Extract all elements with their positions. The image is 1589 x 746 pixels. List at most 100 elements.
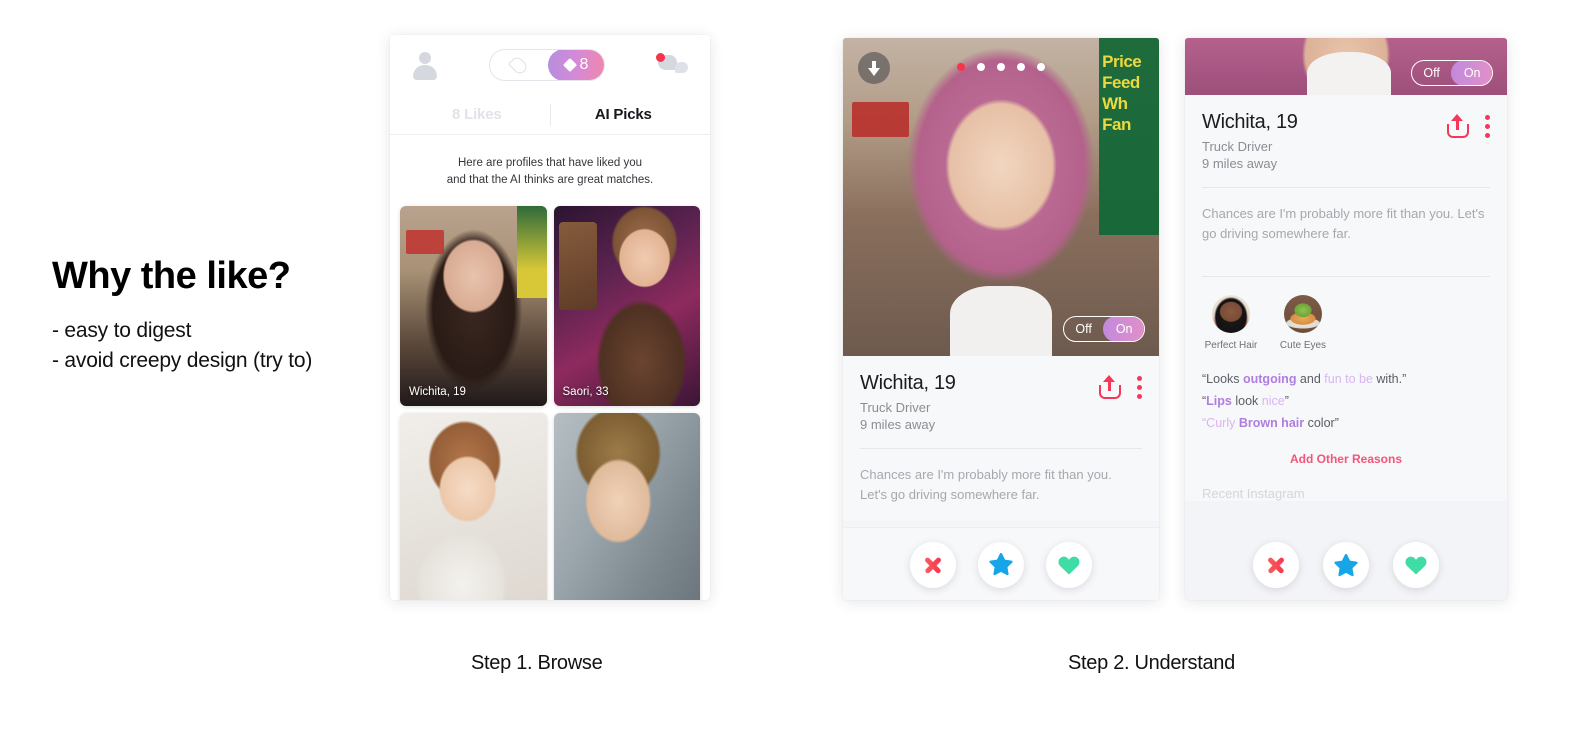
reasons-toggle[interactable]: Off On [1063,316,1145,342]
profile-card[interactable] [400,412,547,600]
chat-icon[interactable] [656,53,688,77]
reason-quote-fragment: color” [1304,416,1339,431]
reasons-toggle[interactable]: Off On [1411,60,1493,86]
nope-button[interactable] [1253,542,1299,588]
toggle-on-label[interactable]: On [1102,317,1145,341]
reason-quote-fragment: with.” [1372,371,1407,386]
bullet-list: - easy to digest - avoid creepy design (… [52,316,392,376]
super-like-button[interactable] [978,541,1024,588]
bullet-item: - easy to digest [52,318,192,342]
profile-header-row: Wichita, 19 Truck Driver 9 miles away [1202,111,1490,171]
super-like-pill[interactable]: 8 [488,49,606,81]
photo-dot[interactable] [997,63,1005,71]
profile-bio: Chances are I'm probably more fit than y… [1202,206,1485,241]
profile-identity: Wichita, 19 Truck Driver 9 miles away [1202,111,1447,171]
profile-action-icons [1099,372,1142,399]
reason-quote-fragment: look [1231,393,1262,408]
step-caption-1: Step 1. Browse [471,652,603,674]
profile-card[interactable]: Wichita, 19 [400,205,547,406]
super-like-count: 8 [579,56,589,73]
hero-photo-area: Off On [1185,38,1507,95]
star-icon [989,553,1013,576]
shirt-shape [1307,51,1392,95]
reason-quote: “Looks outgoing and fun to be with.” [1202,368,1490,390]
x-icon [1266,555,1286,575]
share-icon[interactable] [1447,114,1469,138]
phone-mockup-reasons: Off On Wichita, 19 Truck Driver 9 miles … [1185,38,1507,600]
add-other-reasons-link[interactable]: Add Other Reasons [1202,434,1490,466]
reason-quote-fragment: fun to be [1324,371,1373,386]
description-line-1: Here are profiles that have liked you [457,157,643,169]
photo-dot[interactable] [957,63,965,71]
profile-photo [400,412,547,600]
shirt-shape [950,286,1052,356]
top-nav-bar: 8 [390,35,710,95]
profile-photo [400,205,547,406]
reason-tag[interactable]: Perfect Hair [1202,294,1260,352]
swipe-action-bar [843,526,1159,600]
profile-photo [553,412,700,600]
reason-quote-fragment: nice [1261,393,1285,408]
profile-identity: Wichita, 19 Truck Driver 9 miles away [860,372,1099,432]
profile-card-grid: Wichita, 19 Saori, 33 [390,205,710,600]
nope-button[interactable] [910,541,956,588]
ai-picks-description: Here are profiles that have liked you an… [390,135,710,206]
profile-card[interactable] [553,412,700,600]
profile-hero-photo: Price Feed Wh Fan [843,38,1159,356]
profile-card-label: Saori, 33 [562,385,609,398]
reason-quote-fragment: ” [1284,393,1289,408]
reason-quote: “Curly Brown hair color” [1202,412,1490,434]
super-like-button[interactable] [1323,542,1369,588]
heart-icon [1058,556,1080,574]
reason-tag-label: Cute Eyes [1279,339,1327,351]
profile-bio: Chances are I'm probably more fit than y… [860,467,1112,502]
share-icon[interactable] [1099,375,1121,399]
diamond-count-badge[interactable]: 8 [547,50,605,80]
headline-block: Why the like? - easy to digest - avoid c… [52,255,392,376]
profile-action-icons [1447,111,1490,138]
toggle-on-label[interactable]: On [1450,61,1493,85]
profile-name: Wichita, 19 [860,372,956,394]
star-icon [1334,553,1358,576]
profile-info-panel: Wichita, 19 Truck Driver 9 miles away Ch… [843,356,1159,521]
swipe-action-bar [1185,542,1507,588]
tab-ai-picks[interactable]: AI Picks [551,106,697,123]
recent-instagram-label: Recent Instagram [1202,486,1305,502]
person-icon[interactable] [412,51,438,80]
photo-dot[interactable] [977,63,985,71]
like-button[interactable] [1046,541,1092,588]
notification-dot [656,53,665,62]
exit-sign [852,101,910,137]
bullet-item: - avoid creepy design (try to) [52,348,313,372]
tab-bar: 8 Likes AI Picks [390,95,710,135]
diamond-icon [562,57,577,73]
profile-distance: 9 miles away [860,417,936,432]
reason-quote-fragment: “Looks [1202,371,1243,386]
phone-mockup-browse: 8 8 Likes AI Picks Here are profiles tha… [390,35,710,600]
photo-pagination-dots [843,63,1159,71]
profile-header-row: Wichita, 19 Truck Driver 9 miles away [860,372,1142,432]
profile-job: Truck Driver [1202,139,1273,154]
like-button[interactable] [1393,542,1439,588]
profile-job: Truck Driver [860,400,931,415]
reason-tag[interactable]: Cute Eyes [1274,294,1332,352]
reason-tag-label: Perfect Hair [1204,339,1258,351]
photo-dot[interactable] [1017,63,1025,71]
reason-quote-fragment: Curly [1206,416,1239,431]
reason-quote: “Lips look nice” [1202,390,1490,412]
phone-mockup-profile: Price Feed Wh Fan Off On Wichita, 19 Tru… [843,38,1159,600]
x-icon [923,555,943,575]
step-caption-2: Step 2. Understand [1068,652,1235,674]
reason-quote-list: “Looks outgoing and fun to be with.” “Lip… [1202,352,1490,435]
tab-likes[interactable]: 8 Likes [404,106,550,123]
kebab-menu-icon[interactable] [1137,375,1142,399]
photo-dot[interactable] [1037,63,1045,71]
food-bowl-avatar [1284,294,1322,333]
toggle-off-label[interactable]: Off [1412,62,1450,85]
flame-icon[interactable] [490,50,548,80]
toggle-off-label[interactable]: Off [1064,318,1102,341]
kebab-menu-icon[interactable] [1485,114,1490,138]
hero-photo-area: Price Feed Wh Fan Off On [843,38,1159,356]
profile-card[interactable]: Saori, 33 [553,205,700,406]
profile-card-label: Wichita, 19 [409,385,466,398]
